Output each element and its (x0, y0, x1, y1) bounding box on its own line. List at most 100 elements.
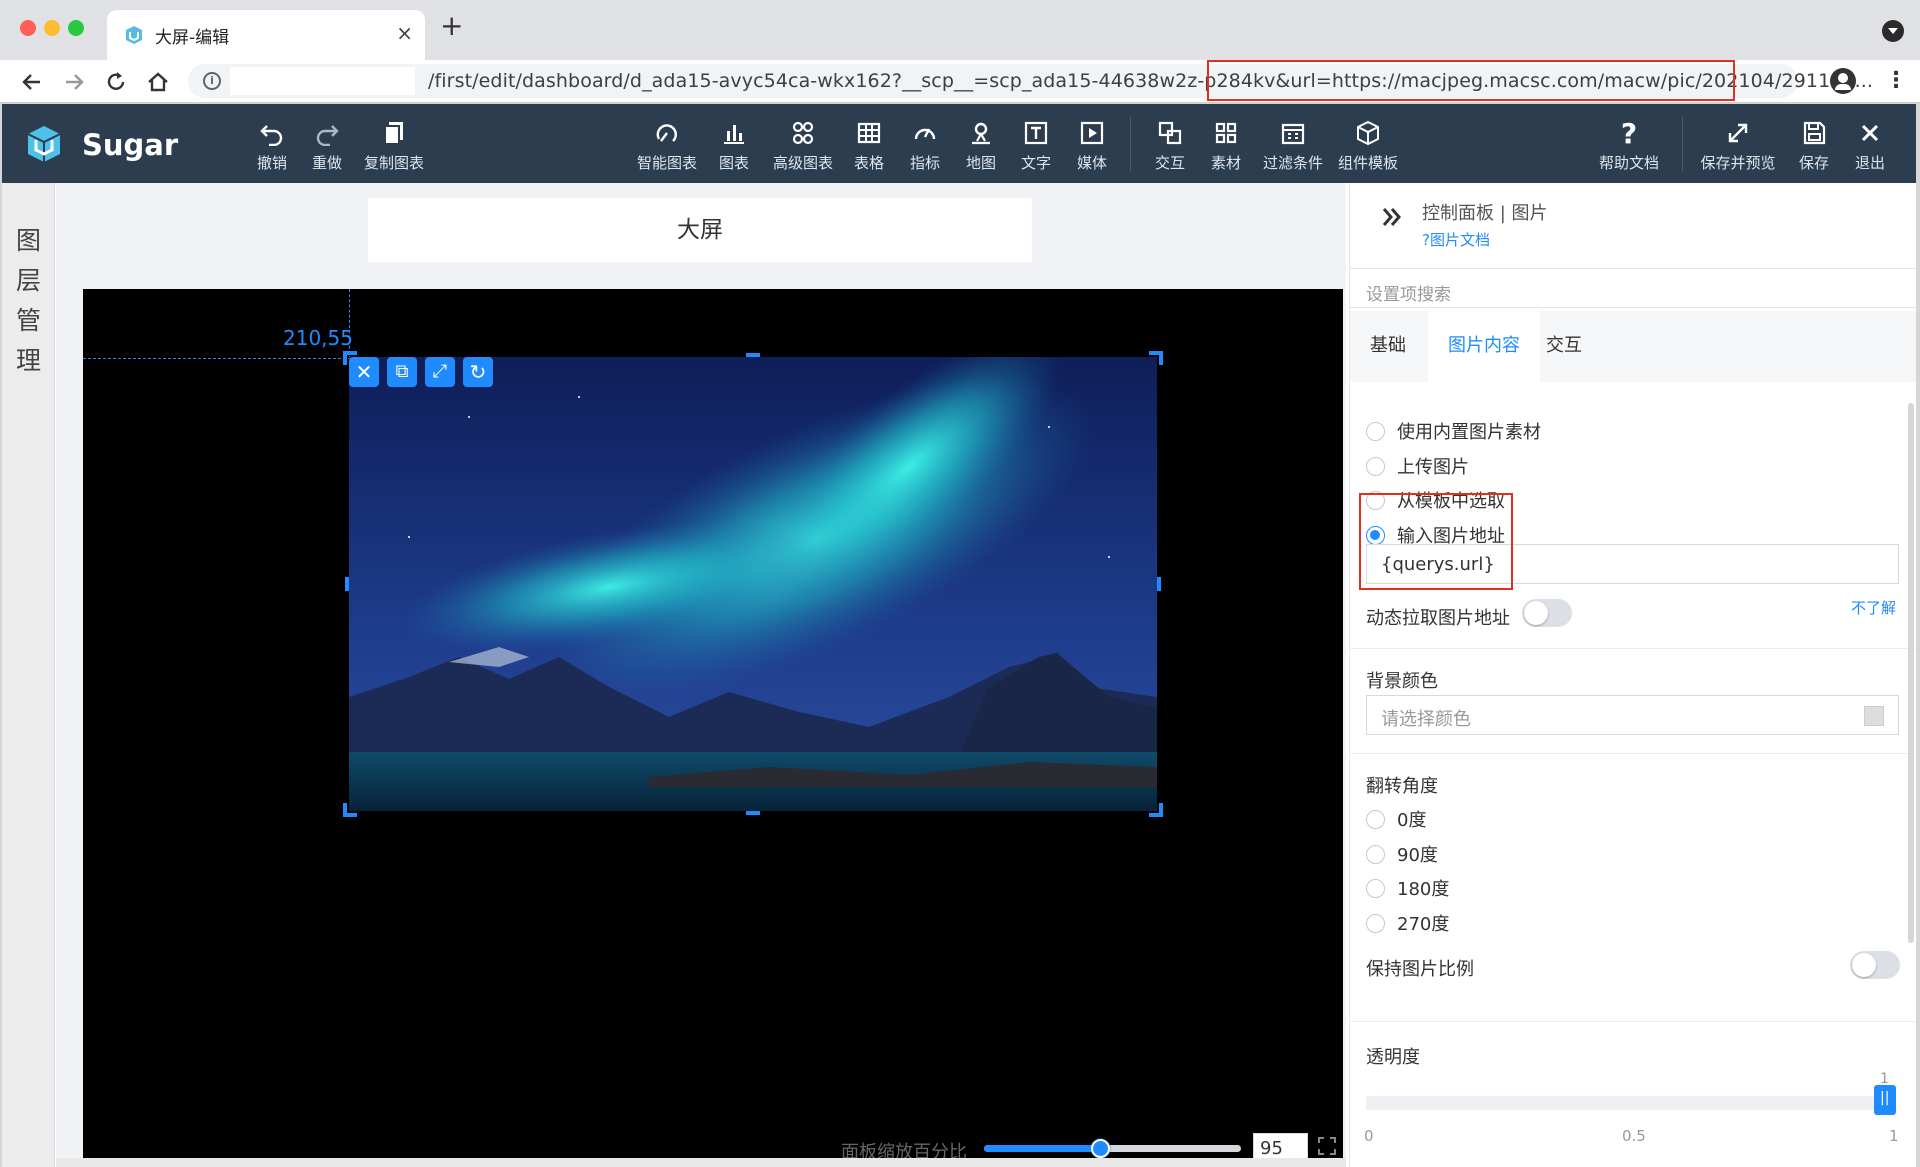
sugar-logo-icon (22, 122, 66, 166)
opacity-slider-thumb[interactable] (1874, 1085, 1896, 1115)
tab-basic[interactable]: 基础 (1350, 311, 1426, 382)
position-readout: 210,55 (283, 326, 353, 350)
big-screen-canvas[interactable]: 210,55 ✕ ⧉ ⤢ ↻ (83, 289, 1343, 1167)
reload-icon[interactable] (102, 68, 130, 96)
save-preview-button[interactable]: 保存并预览 (1696, 118, 1780, 178)
save-preview-label: 保存并预览 (1700, 154, 1776, 172)
redo-button[interactable]: 重做 (307, 118, 347, 178)
resize-handle[interactable] (345, 577, 349, 591)
text-button[interactable]: 文字 (1019, 118, 1053, 178)
resize-handle[interactable] (746, 811, 760, 815)
smart-chart-label: 智能图表 (636, 154, 697, 172)
minimize-window-button[interactable] (44, 20, 60, 36)
horizontal-scrollbar[interactable] (56, 1158, 1346, 1167)
question-icon: ? (1620, 116, 1638, 150)
delete-component-icon[interactable]: ✕ (349, 357, 379, 387)
fullscreen-component-icon[interactable]: ⤢ (425, 357, 455, 387)
help-doc-button[interactable]: ? 帮助文档 (1596, 116, 1662, 178)
filter-button[interactable]: 过滤条件 (1260, 118, 1326, 178)
text-label: 文字 (1020, 154, 1051, 172)
radio-rotate-180[interactable]: 180度 (1366, 874, 1449, 902)
image-doc-link[interactable]: ?图片文档 (1422, 229, 1490, 250)
opacity-slider[interactable] (1366, 1096, 1886, 1110)
keep-ratio-label: 保持图片比例 (1366, 959, 1474, 980)
keep-ratio-switch[interactable] (1850, 951, 1900, 979)
smart-chart-icon (634, 118, 700, 148)
maximize-window-button[interactable] (68, 20, 84, 36)
exit-label: 退出 (1854, 154, 1885, 172)
material-button[interactable]: 素材 (1209, 118, 1243, 178)
resize-handle[interactable] (1159, 351, 1163, 365)
layer-management-toggle[interactable]: 图层管理 (2, 183, 55, 1167)
interaction-button[interactable]: 交互 (1153, 118, 1187, 178)
chart-button[interactable]: 图表 (717, 118, 751, 178)
interaction-label: 交互 (1154, 154, 1185, 172)
copy-chart-button[interactable]: 复制图表 (360, 118, 428, 178)
home-icon[interactable] (144, 68, 172, 96)
table-button[interactable]: 表格 (852, 118, 886, 178)
resize-handle[interactable] (343, 803, 347, 817)
resize-handle[interactable] (1159, 803, 1163, 817)
site-info-icon[interactable]: i (203, 72, 221, 90)
undo-label: 撤销 (256, 154, 287, 172)
close-window-button[interactable] (20, 20, 36, 36)
section-divider (1350, 753, 1916, 754)
dashboard-title[interactable]: 大屏 (368, 198, 1032, 262)
radio-rotate-270[interactable]: 270度 (1366, 909, 1449, 937)
radio-rotate-90[interactable]: 90度 (1366, 840, 1438, 868)
bg-color-label: 背景颜色 (1366, 671, 1438, 692)
settings-search-input[interactable]: 设置项搜索 (1350, 268, 1916, 308)
resize-handle[interactable] (1157, 577, 1161, 591)
resize-handle[interactable] (343, 351, 347, 365)
indicator-button[interactable]: 指标 (908, 118, 942, 178)
opacity-tick: 0 (1364, 1127, 1374, 1145)
color-swatch[interactable] (1864, 706, 1884, 726)
zoom-slider[interactable] (984, 1139, 1241, 1158)
profile-avatar-icon[interactable] (1830, 68, 1856, 94)
opacity-label: 透明度 (1366, 1047, 1420, 1068)
duplicate-component-icon[interactable]: ⧉ (387, 357, 417, 387)
browser-tab[interactable]: 大屏-编辑 × (107, 10, 425, 60)
tab-interaction[interactable]: 交互 (1526, 311, 1602, 382)
new-tab-button[interactable]: + (440, 12, 463, 40)
radio-circle (1366, 878, 1385, 898)
image-component[interactable]: ✕ ⧉ ⤢ ↻ (343, 351, 1163, 817)
save-button[interactable]: 保存 (1797, 118, 1831, 178)
exit-button[interactable]: 退出 (1853, 118, 1887, 178)
indicator-label: 指标 (909, 154, 940, 172)
undo-button[interactable]: 撤销 (252, 118, 292, 178)
smart-chart-button[interactable]: 智能图表 (634, 118, 700, 178)
bar-chart-icon (717, 118, 751, 148)
radio-rotate-0[interactable]: 0度 (1366, 805, 1426, 833)
table-icon (852, 118, 886, 148)
aurora-image (349, 357, 1157, 811)
panel-scrollbar[interactable] (1908, 403, 1914, 943)
advanced-chart-icon (770, 118, 836, 148)
dynamic-url-switch[interactable] (1522, 599, 1572, 627)
undo-icon (252, 118, 292, 148)
collapse-panel-icon[interactable] (1378, 203, 1406, 231)
forward-icon[interactable] (60, 68, 88, 96)
gauge-icon (908, 118, 942, 148)
zoom-slider-thumb[interactable] (1090, 1139, 1110, 1158)
chart-label: 图表 (718, 154, 749, 172)
fit-screen-icon[interactable] (1318, 1137, 1336, 1155)
learn-more-link[interactable]: 不了解 (1851, 597, 1896, 618)
copy-chart-label: 复制图表 (363, 154, 424, 172)
radio-upload-image[interactable]: 上传图片 (1366, 452, 1469, 480)
close-icon (1853, 118, 1887, 148)
component-template-button[interactable]: 组件模板 (1335, 118, 1401, 178)
media-button[interactable]: 媒体 (1075, 118, 1109, 178)
bg-color-input[interactable]: 请选择颜色 (1366, 695, 1899, 735)
resize-handle[interactable] (746, 353, 760, 357)
url-param-highlight (1207, 60, 1735, 101)
advanced-chart-button[interactable]: 高级图表 (770, 118, 836, 178)
refresh-component-icon[interactable]: ↻ (463, 357, 493, 387)
tab-search-icon[interactable] (1882, 20, 1904, 42)
map-button[interactable]: 地图 (964, 118, 998, 178)
tab-image-content[interactable]: 图片内容 (1428, 311, 1540, 382)
tab-close-icon[interactable]: × (396, 21, 413, 45)
browser-menu-icon[interactable]: ⋮ (1885, 68, 1907, 93)
back-icon[interactable] (18, 68, 46, 96)
radio-builtin-image[interactable]: 使用内置图片素材 (1366, 417, 1541, 445)
